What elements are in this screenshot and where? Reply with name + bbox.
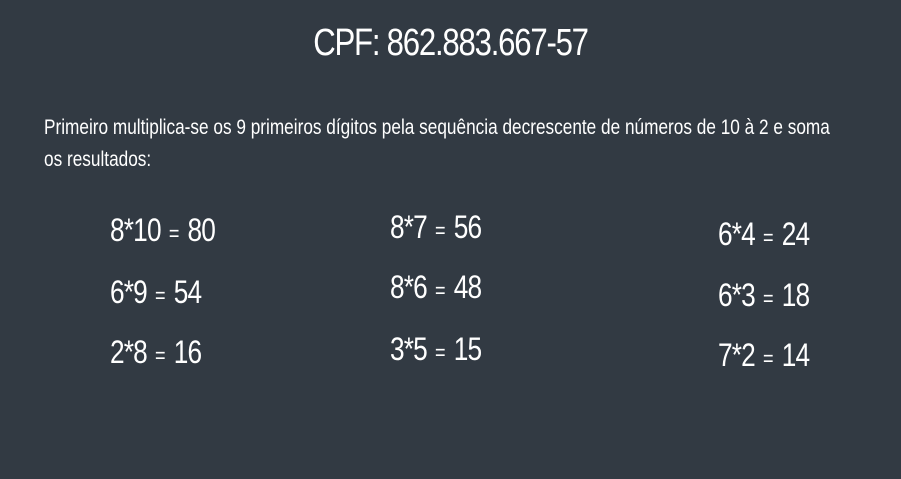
product: 24 [781,216,810,252]
multiplication: 2*8 [110,334,148,370]
calculation-item: 6*4 = 24 [718,216,810,253]
product: 48 [453,269,482,305]
product: 18 [781,277,810,313]
equals-sign: = [763,225,774,250]
multiplication: 8*7 [390,209,428,245]
multiplication: 3*5 [390,331,428,367]
multiplication: 6*3 [718,277,756,313]
intro-text: Primeiro multiplica-se os 9 primeiros dí… [44,116,830,171]
product: 16 [173,334,202,370]
equals-sign: = [763,286,774,311]
equals-sign: = [763,346,774,371]
calculation-item: 3*5 = 15 [390,331,482,368]
calculation-item: 8*10 = 80 [110,212,216,249]
calculation-item: 6*3 = 18 [718,277,810,314]
equals-sign: = [168,221,180,246]
product: 54 [173,274,202,310]
equals-sign: = [435,218,446,243]
calculation-item: 6*9 = 54 [110,274,202,311]
equals-sign: = [155,343,166,368]
multiplication: 8*10 [110,212,162,248]
slide-title: CPF: 862.883.667-57 [313,22,589,64]
multiplication: 6*4 [718,216,756,252]
calculation-item: 7*2 = 14 [718,337,810,374]
multiplication: 8*6 [390,269,428,305]
calculation-item: 8*6 = 48 [390,269,482,306]
product: 15 [453,331,482,367]
product: 14 [781,337,810,373]
product: 56 [453,209,482,245]
calculation-item: 2*8 = 16 [110,334,202,371]
calculation-item: 8*7 = 56 [390,209,482,246]
slide: CPF: 862.883.667-57 Primeiro multiplica-… [0,0,901,479]
product: 80 [187,212,216,248]
equals-sign: = [155,283,166,308]
multiplication: 7*2 [718,337,756,373]
multiplication: 6*9 [110,274,148,310]
equals-sign: = [435,340,446,365]
equals-sign: = [435,278,446,303]
